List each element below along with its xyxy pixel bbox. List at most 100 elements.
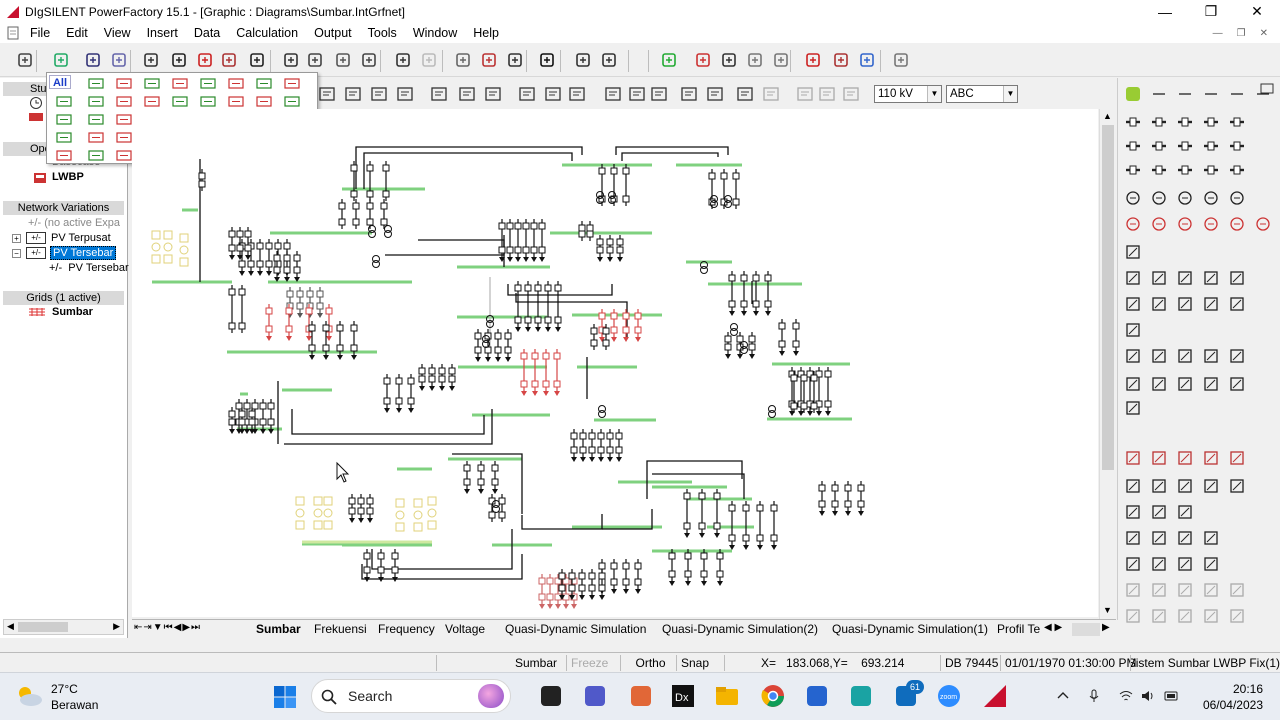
breaker[interactable] — [598, 572, 606, 580]
load-symbol[interactable] — [757, 545, 763, 550]
breaker[interactable] — [238, 418, 246, 426]
load-symbol[interactable] — [807, 411, 813, 416]
menu-calculation[interactable]: Calculation — [228, 26, 306, 40]
load-symbol[interactable] — [669, 581, 675, 586]
connection-line[interactable] — [621, 152, 719, 161]
breaker[interactable] — [728, 274, 736, 282]
load-symbol[interactable] — [858, 511, 864, 516]
symbol-tool-16-2[interactable] — [1176, 504, 1194, 520]
breaker[interactable] — [634, 326, 642, 334]
graphic-tool-20[interactable] — [840, 83, 862, 105]
symbol-tool-7-0[interactable] — [1124, 270, 1142, 286]
todo-icon[interactable] — [804, 683, 830, 709]
breaker[interactable] — [597, 432, 605, 440]
palette-symbol-icon[interactable] — [171, 95, 189, 108]
symbol-tool-0-0[interactable] — [1124, 86, 1142, 102]
pv-tersebar-stage-item[interactable]: +/- PV Tersebar — [49, 262, 129, 274]
breaker[interactable] — [377, 552, 385, 560]
scroll-down-icon[interactable]: ▼ — [1103, 605, 1112, 615]
load-symbol[interactable] — [589, 457, 595, 462]
graphic-tool-9[interactable] — [542, 83, 564, 105]
inactive-pv-element[interactable] — [163, 230, 173, 240]
breaker[interactable] — [740, 274, 748, 282]
symbol-tool-11-2[interactable] — [1176, 376, 1194, 392]
symbol-tool-14-3[interactable] — [1202, 450, 1220, 466]
symbol-tool-7-4[interactable] — [1228, 270, 1246, 286]
symbol-tool-2-1[interactable] — [1150, 138, 1168, 154]
breaker[interactable] — [531, 380, 539, 388]
palette-symbol-icon[interactable] — [87, 131, 105, 144]
graphic-tool-15[interactable] — [704, 83, 726, 105]
graphic-tool-19[interactable] — [816, 83, 838, 105]
symbol-tool-15-1[interactable] — [1150, 478, 1168, 494]
load-symbol[interactable] — [617, 257, 623, 262]
breaker[interactable] — [622, 562, 630, 570]
weather-desc[interactable]: Berawan — [51, 698, 98, 712]
show-hidden-icons-icon[interactable] — [1055, 688, 1071, 704]
toolbar-button-20[interactable] — [572, 49, 594, 71]
breaker[interactable] — [243, 402, 251, 410]
symbol-tool-7-1[interactable] — [1150, 270, 1168, 286]
symbol-tool-20-2[interactable] — [1176, 608, 1194, 624]
palette-symbol-icon[interactable] — [199, 95, 217, 108]
breaker[interactable] — [683, 492, 691, 500]
load-symbol[interactable] — [547, 604, 553, 609]
symbol-tool-19-4[interactable] — [1228, 582, 1246, 598]
breaker[interactable] — [578, 584, 586, 592]
symbol-tool-2-4[interactable] — [1228, 138, 1246, 154]
breaker[interactable] — [756, 534, 764, 542]
breaker[interactable] — [228, 322, 236, 330]
toolbar-button-16[interactable] — [452, 49, 474, 71]
load-symbol[interactable] — [611, 589, 617, 594]
breaker[interactable] — [504, 346, 512, 354]
symbol-tool-17-0[interactable] — [1124, 530, 1142, 546]
load-symbol[interactable] — [816, 411, 822, 416]
breaker[interactable] — [778, 322, 786, 330]
symbol-tool-7-2[interactable] — [1176, 270, 1194, 286]
breaker[interactable] — [770, 504, 778, 512]
tab-quasi-dynamic-2[interactable]: Quasi-Dynamic Simulation(2) — [662, 622, 818, 639]
breaker[interactable] — [736, 335, 744, 343]
breaker[interactable] — [824, 400, 832, 408]
toolbar-button-21[interactable] — [598, 49, 620, 71]
palette-symbol-icon[interactable] — [55, 95, 73, 108]
breaker[interactable] — [562, 593, 570, 601]
vpn-shield-icon[interactable] — [848, 683, 874, 709]
graphic-tool-17[interactable] — [760, 83, 782, 105]
toolbar-button-19[interactable] — [536, 49, 558, 71]
load-symbol[interactable] — [266, 271, 272, 276]
lwbp-item[interactable]: LWBP — [52, 171, 84, 183]
palette-symbol-icon[interactable] — [87, 113, 105, 126]
breaker[interactable] — [248, 410, 256, 418]
load-symbol[interactable] — [589, 595, 595, 600]
palette-symbol-icon[interactable] — [87, 95, 105, 108]
breaker[interactable] — [810, 402, 818, 410]
breaker[interactable] — [818, 500, 826, 508]
breaker[interactable] — [606, 446, 614, 454]
symbol-tool-2-3[interactable] — [1202, 138, 1220, 154]
breaker[interactable] — [357, 507, 365, 515]
inactive-pv-element[interactable] — [163, 242, 173, 252]
tab-hscroll[interactable] — [1072, 623, 1100, 636]
inactive-pv-element[interactable] — [323, 520, 333, 530]
breaker[interactable] — [498, 246, 506, 254]
scroll-up-icon[interactable]: ▲ — [1103, 111, 1112, 121]
load-symbol[interactable] — [555, 604, 561, 609]
menu-file[interactable]: File — [20, 26, 58, 40]
breaker[interactable] — [520, 352, 528, 360]
breaker[interactable] — [407, 397, 415, 405]
toolbar-button-6[interactable] — [168, 49, 190, 71]
tab-scroll-icons[interactable]: ◀ ▶ — [1044, 622, 1062, 633]
load-symbol[interactable] — [286, 336, 292, 341]
menu-insert[interactable]: Insert — [139, 26, 186, 40]
symbol-tool-8-0[interactable] — [1124, 296, 1142, 312]
load-symbol[interactable] — [623, 337, 629, 342]
single-line-diagram[interactable] — [132, 109, 1098, 617]
weather-temp[interactable]: 27°C — [51, 682, 78, 696]
symbol-tool-1-2[interactable] — [1176, 114, 1194, 130]
symbol-tool-1-1[interactable] — [1150, 114, 1168, 130]
canvas-vscroll[interactable]: ▲ ▼ — [1099, 109, 1116, 620]
load-symbol[interactable] — [531, 257, 537, 262]
inactive-pv-element[interactable] — [151, 230, 161, 240]
load-symbol[interactable] — [317, 313, 323, 318]
